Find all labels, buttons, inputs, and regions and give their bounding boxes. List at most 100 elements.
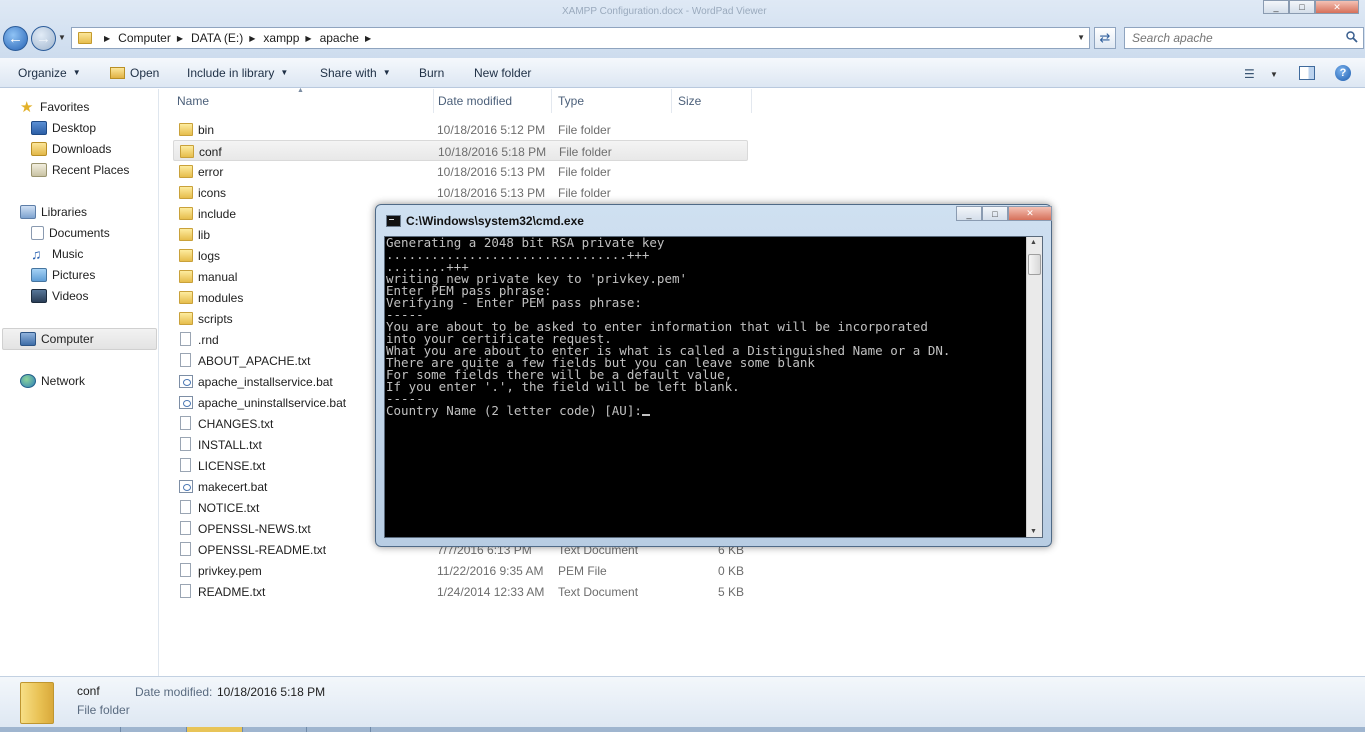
- file-name: include: [198, 207, 237, 221]
- folder-icon: [179, 270, 193, 283]
- column-header-type[interactable]: Type: [558, 94, 584, 108]
- close-button[interactable]: ✕: [1315, 0, 1359, 14]
- file-name: lib: [198, 228, 211, 242]
- scroll-down-arrow-icon[interactable]: ▼: [1030, 528, 1037, 535]
- console-text: Generating a 2048 bit RSA private key...…: [386, 237, 1026, 417]
- column-divider[interactable]: [671, 89, 672, 113]
- forward-button[interactable]: →: [31, 26, 56, 51]
- burn-button[interactable]: Burn: [419, 58, 444, 88]
- change-view-icon[interactable]: ☰: [1244, 67, 1255, 81]
- address-bar[interactable]: ▶ Computer ▶ DATA (E:) ▶ xampp ▶ apache ▶ ▼: [71, 27, 1090, 49]
- view-options-dropdown[interactable]: ▼: [1270, 70, 1278, 79]
- table-row[interactable]: conf 10/18/2016 5:18 PM File folder: [173, 140, 748, 161]
- table-row[interactable]: error 10/18/2016 5:13 PM File folder: [173, 161, 748, 182]
- cmd-window-title: C:\Windows\system32\cmd.exe: [406, 214, 584, 228]
- folder-icon: [179, 165, 193, 178]
- table-row[interactable]: privkey.pem 11/22/2016 9:35 AM PEM File 0 K…: [173, 560, 748, 581]
- file-type: Text Document: [558, 585, 639, 599]
- table-row[interactable]: bin 10/18/2016 5:12 PM File folder: [173, 119, 748, 140]
- cmd-maximize-button[interactable]: □: [982, 206, 1008, 221]
- file-icon: [180, 416, 191, 430]
- folder-icon: [179, 207, 193, 220]
- chevron-right-icon: ▶: [305, 33, 312, 43]
- chevron-down-icon: ▼: [72, 68, 81, 77]
- recent-pages-dropdown[interactable]: ▼: [58, 33, 66, 42]
- table-row[interactable]: README.txt 1/24/2014 12:33 AM Text Documen…: [173, 581, 748, 602]
- folder-icon: [20, 682, 54, 724]
- breadcrumb-apache[interactable]: apache ▶: [320, 31, 380, 45]
- console-scrollbar[interactable]: ▲ ▼: [1026, 237, 1042, 537]
- search-input[interactable]: [1132, 31, 1332, 45]
- folder-icon: [180, 145, 194, 158]
- nav-libraries[interactable]: Libraries: [20, 202, 87, 222]
- address-dropdown[interactable]: ▼: [1077, 33, 1085, 42]
- share-with-button[interactable]: Share with ▼: [320, 58, 391, 88]
- desktop-icon: [31, 121, 47, 135]
- file-date-modified: 10/18/2016 5:12 PM: [437, 123, 546, 137]
- search-box[interactable]: [1124, 27, 1364, 49]
- window-title: XAMPP Configuration.docx - WordPad Viewe…: [562, 6, 767, 17]
- breadcrumb-data-drive[interactable]: DATA (E:) ▶: [191, 31, 263, 45]
- open-button[interactable]: Open: [110, 58, 159, 88]
- preview-pane-icon[interactable]: [1299, 66, 1315, 80]
- details-item-type: File folder: [77, 703, 130, 717]
- details-pane: conf Date modified: 10/18/2016 5:18 PM F…: [0, 676, 1365, 732]
- nav-computer[interactable]: Computer: [20, 329, 94, 349]
- column-header-date-modified[interactable]: Date modified: [438, 94, 512, 108]
- breadcrumb-computer[interactable]: Computer ▶: [118, 31, 191, 45]
- file-name: README.txt: [198, 585, 266, 599]
- scroll-up-arrow-icon[interactable]: ▲: [1030, 239, 1037, 246]
- refresh-button[interactable]: ⇄: [1094, 27, 1116, 49]
- file-name: apache_installservice.bat: [198, 375, 333, 389]
- file-name: LICENSE.txt: [198, 459, 266, 473]
- details-date-value: 10/18/2016 5:18 PM: [217, 685, 326, 699]
- nav-desktop[interactable]: Desktop: [31, 118, 96, 138]
- cmd-minimize-button[interactable]: _: [956, 206, 982, 221]
- column-header-name[interactable]: Name: [177, 94, 209, 108]
- file-name: OPENSSL-NEWS.txt: [198, 522, 311, 536]
- cmd-close-button[interactable]: ✕: [1008, 206, 1052, 221]
- breadcrumb-xampp[interactable]: xampp ▶: [263, 31, 319, 45]
- column-divider[interactable]: [433, 89, 434, 113]
- nav-recent-places[interactable]: Recent Places: [31, 160, 129, 180]
- file-name: logs: [198, 249, 221, 263]
- folder-icon: [179, 186, 193, 199]
- breadcrumb-root[interactable]: ▶: [98, 34, 118, 43]
- minimize-button[interactable]: _: [1263, 0, 1289, 14]
- back-button[interactable]: ←: [3, 26, 28, 51]
- nav-downloads[interactable]: Downloads: [31, 139, 111, 159]
- file-type: File folder: [558, 165, 611, 179]
- search-icon[interactable]: [1346, 31, 1358, 43]
- nav-documents[interactable]: Documents: [31, 223, 110, 243]
- chevron-right-icon: ▶: [176, 33, 183, 43]
- column-header-size[interactable]: Size: [678, 94, 701, 108]
- file-icon: [180, 584, 191, 598]
- downloads-folder-icon: [31, 142, 47, 156]
- cmd-title-bar[interactable]: C:\Windows\system32\cmd.exe _ □ ✕: [376, 205, 1052, 233]
- file-icon: [180, 437, 191, 451]
- sort-ascending-icon: ▲: [297, 87, 304, 94]
- help-icon[interactable]: ?: [1335, 65, 1351, 81]
- nav-music[interactable]: ♫ Music: [31, 244, 83, 264]
- include-in-library-button[interactable]: Include in library ▼: [187, 58, 288, 88]
- nav-videos[interactable]: Videos: [31, 286, 88, 306]
- file-type: PEM File: [558, 564, 607, 578]
- column-divider[interactable]: [551, 89, 552, 113]
- column-divider[interactable]: [751, 89, 752, 113]
- new-folder-button[interactable]: New folder: [474, 58, 531, 88]
- nav-favorites[interactable]: ★ Favorites: [20, 97, 89, 117]
- nav-network[interactable]: Network: [20, 371, 85, 391]
- scrollbar-thumb[interactable]: [1028, 254, 1041, 275]
- star-icon: ★: [20, 98, 34, 116]
- documents-icon: [31, 226, 44, 240]
- table-row[interactable]: icons 10/18/2016 5:13 PM File folder: [173, 182, 748, 203]
- file-name: privkey.pem: [198, 564, 262, 578]
- details-date-label: Date modified:: [135, 685, 213, 699]
- console-output[interactable]: Generating a 2048 bit RSA private key...…: [384, 236, 1043, 538]
- nav-pictures[interactable]: Pictures: [31, 265, 95, 285]
- arrow-right-icon: →: [36, 30, 51, 47]
- file-type: File folder: [558, 123, 611, 137]
- organize-button[interactable]: Organize ▼: [18, 58, 81, 88]
- cmd-window[interactable]: C:\Windows\system32\cmd.exe _ □ ✕ Genera…: [375, 204, 1052, 547]
- maximize-button[interactable]: □: [1289, 0, 1315, 14]
